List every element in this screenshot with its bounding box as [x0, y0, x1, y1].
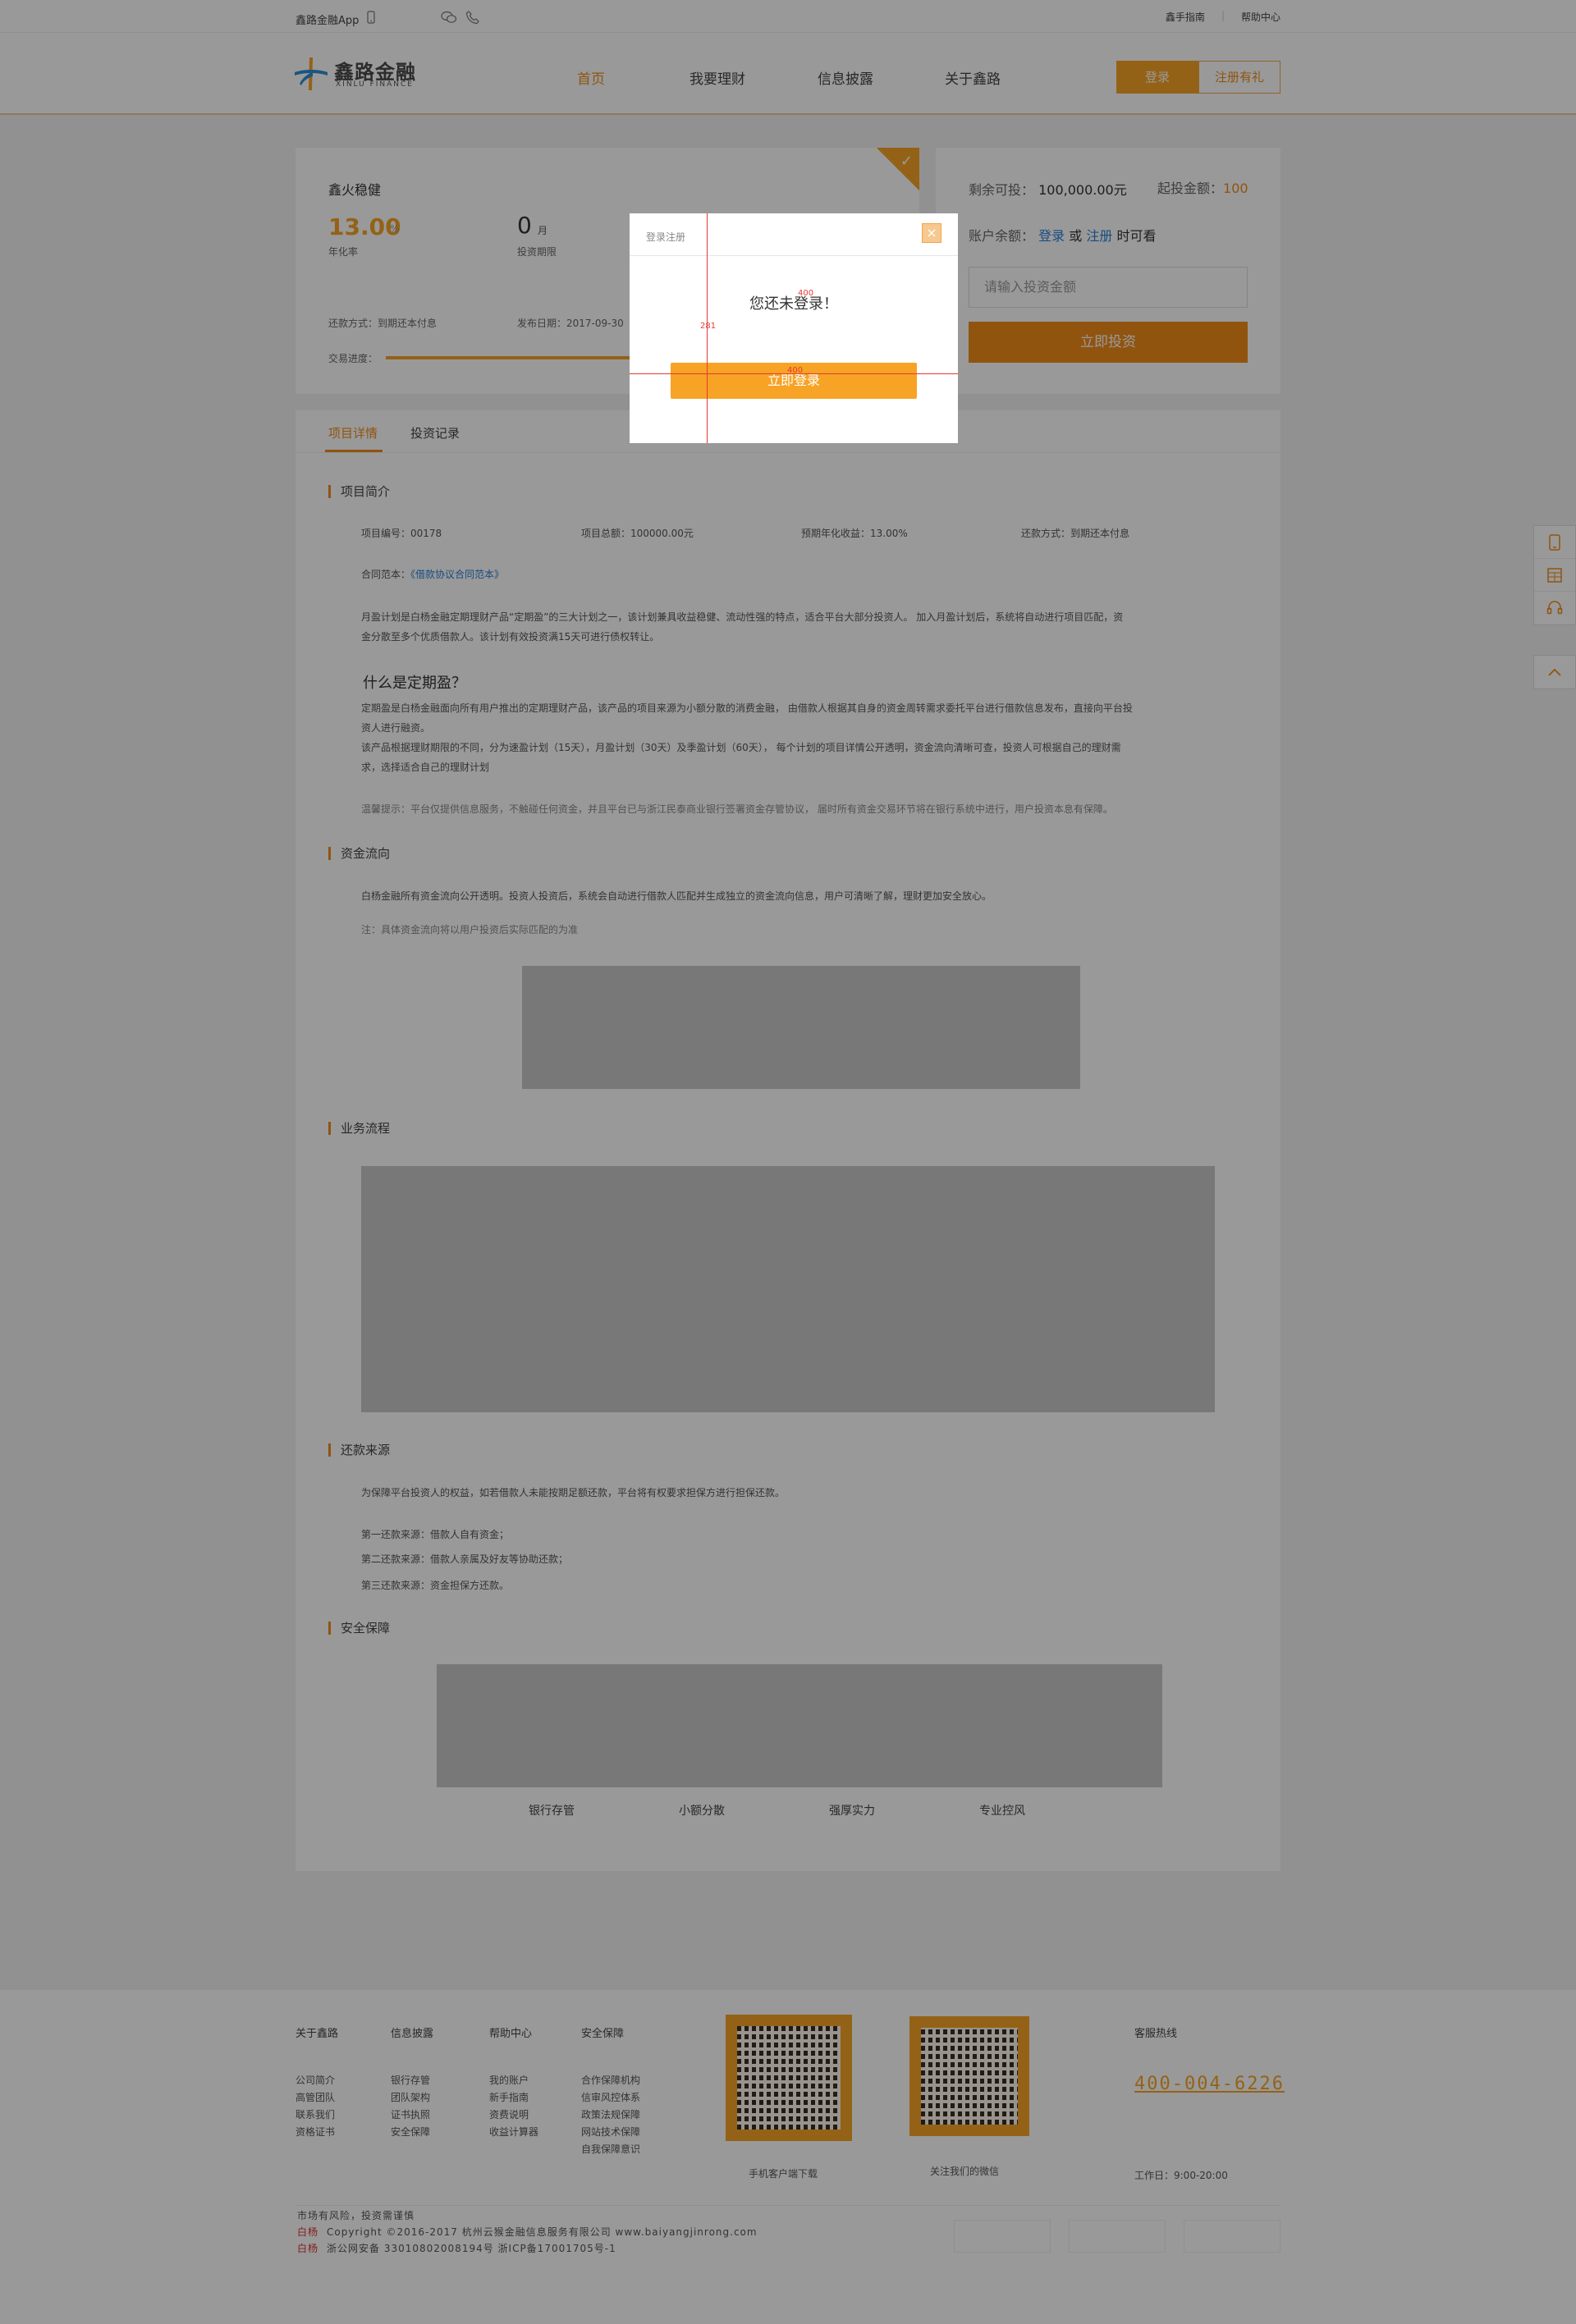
measure-label-height: 281: [700, 322, 717, 331]
modal-title: 登录注册: [646, 231, 686, 243]
measure-label-top: 400: [798, 289, 814, 298]
measure-label-width: 400: [787, 366, 804, 375]
login-modal: 登录注册 × 您还未登录！ 立即登录 281 400 400: [630, 213, 958, 443]
not-logged-in-message: 您还未登录！: [749, 295, 838, 313]
close-icon[interactable]: ×: [922, 223, 941, 243]
